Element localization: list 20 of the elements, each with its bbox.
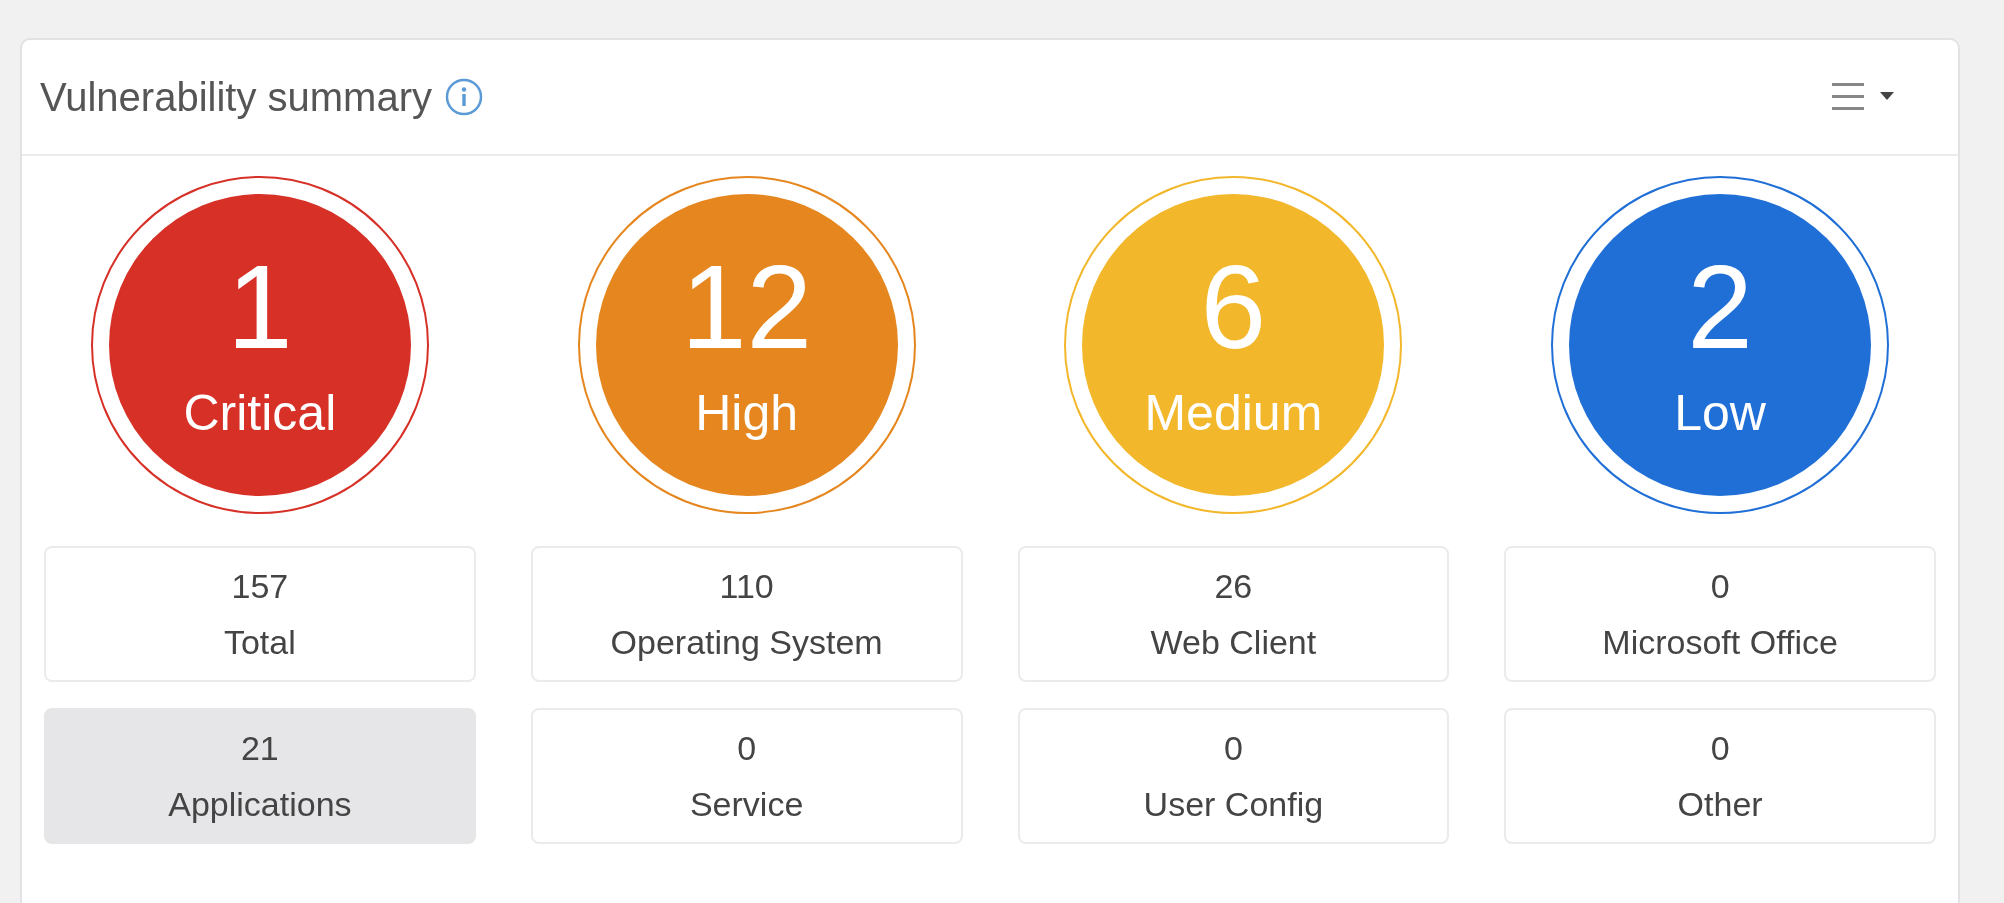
- category-tile[interactable]: 157 Total: [44, 546, 476, 682]
- info-icon[interactable]: [444, 77, 484, 117]
- category-tile[interactable]: 21 Applications: [44, 708, 476, 844]
- category-tile[interactable]: 110 Operating System: [530, 546, 963, 682]
- category-tile[interactable]: 0 Other: [1504, 708, 1936, 844]
- severity-label: Low: [1674, 384, 1766, 442]
- severity-circle[interactable]: 2 Low: [1569, 194, 1872, 496]
- card-title: Vulnerability summary: [40, 74, 432, 120]
- category-tile[interactable]: 0 User Config: [1017, 708, 1450, 844]
- severity-circle[interactable]: 1 Critical: [108, 194, 411, 496]
- severity-count: 1: [227, 248, 293, 366]
- severity-count: 2: [1687, 248, 1753, 366]
- category-tile[interactable]: 0 Service: [530, 708, 963, 844]
- category-tile[interactable]: 0 Microsoft Office: [1504, 546, 1936, 682]
- severity-count: 12: [681, 248, 813, 366]
- category-tile[interactable]: 26 Web Client: [1017, 546, 1450, 682]
- severity-count: 6: [1200, 248, 1267, 366]
- severity-label: High: [695, 384, 799, 442]
- severity-label: Medium: [1144, 384, 1323, 442]
- severity-label: Critical: [183, 384, 337, 442]
